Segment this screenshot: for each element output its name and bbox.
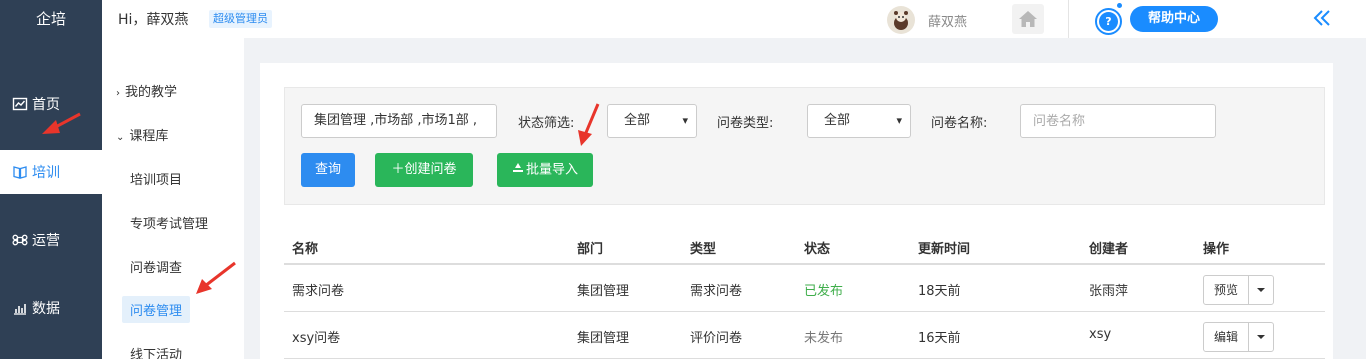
table-header: 名称 部门 类型 状态 更新时间 创建者 操作: [284, 228, 1325, 265]
chart-line-icon: [12, 96, 28, 112]
table-row: 需求问卷 集团管理 需求问卷 已发布 18天前 张雨萍 预览: [284, 265, 1325, 312]
nav-item-label: 培训: [32, 165, 60, 181]
filter-panel: 集团管理 ,市场部 ,市场1部 , 状态筛选: 全部 ▾ 问卷类型: 全部 ▾ …: [284, 87, 1325, 205]
nav-item-label: 数据: [32, 301, 60, 317]
greeting-text: Hi，薛双燕: [118, 12, 189, 28]
chevron-right-icon: ›: [116, 88, 120, 99]
command-icon: [12, 232, 28, 248]
nav-item-home[interactable]: 首页: [0, 82, 102, 126]
chevron-down-icon: ▾: [682, 114, 688, 127]
cell-department: 集团管理: [577, 284, 630, 299]
department-select-input[interactable]: 集团管理 ,市场部 ,市场1部 ,: [301, 104, 497, 138]
nav-item-label: 首页: [32, 97, 60, 113]
create-questionnaire-button[interactable]: ＋创建问卷: [375, 153, 473, 187]
cell-creator: 张雨萍: [1089, 284, 1129, 299]
content-card: 集团管理 ,市场部 ,市场1部 , 状态筛选: 全部 ▾ 问卷类型: 全部 ▾ …: [260, 63, 1333, 359]
avatar[interactable]: [887, 6, 915, 34]
type-filter-label: 问卷类型:: [717, 116, 774, 131]
cell-department: 集团管理: [577, 331, 630, 346]
help-sparkle-icon: [1117, 3, 1122, 8]
column-header-creator: 创建者: [1089, 242, 1129, 257]
column-header-status: 状态: [804, 242, 831, 257]
caret-down-icon: [1257, 288, 1265, 292]
help-question-icon[interactable]: ?: [1095, 8, 1122, 35]
brand-logo: 企培: [35, 10, 66, 28]
collapse-double-chevron-icon[interactable]: [1312, 8, 1332, 32]
query-button[interactable]: 查询: [301, 153, 355, 187]
sub-item-questionnaire-management[interactable]: 问卷管理: [122, 296, 191, 323]
cell-type: 需求问卷: [690, 284, 743, 299]
table-row: xsy问卷 集团管理 评价问卷 未发布 16天前 xsy 编辑: [284, 312, 1325, 359]
sub-sidebar: › 我的教学 ⌄ 课程库 培训项目 专项考试管理 问卷调查 问卷管理 线下活动: [102, 38, 244, 359]
questionnaire-name-input[interactable]: [1020, 104, 1216, 138]
cell-updated: 18天前: [918, 284, 961, 299]
nav-item-label: 运营: [32, 233, 60, 249]
type-select[interactable]: 全部 ▾: [807, 104, 911, 138]
column-header-actions: 操作: [1203, 242, 1230, 257]
upload-icon: [512, 153, 524, 187]
home-button[interactable]: [1012, 4, 1044, 34]
cell-updated: 16天前: [918, 331, 961, 346]
header-divider: [1068, 0, 1069, 38]
sub-item-survey[interactable]: 问卷调查: [130, 257, 182, 276]
bar-chart-icon: [12, 300, 28, 316]
sub-item-exam-management[interactable]: 专项考试管理: [130, 213, 208, 232]
user-name[interactable]: 薛双燕: [928, 11, 967, 30]
row-action-group: 预览: [1203, 275, 1274, 305]
main-content: 集团管理 ,市场部 ,市场1部 , 状态筛选: 全部 ▾ 问卷类型: 全部 ▾ …: [244, 38, 1366, 359]
sub-group-my-teaching[interactable]: › 我的教学: [116, 81, 177, 100]
book-icon: [12, 164, 28, 180]
column-header-updated: 更新时间: [918, 242, 971, 257]
status-badge: 未发布: [804, 331, 844, 346]
cell-name: 需求问卷: [292, 284, 345, 299]
preview-button[interactable]: 预览: [1204, 276, 1249, 304]
action-dropdown-toggle[interactable]: [1249, 323, 1273, 351]
role-badge: 超级管理员: [209, 10, 272, 28]
sub-item-offline-activity[interactable]: 线下活动: [130, 344, 182, 359]
chevron-down-icon: ▾: [896, 114, 902, 127]
batch-import-button[interactable]: 批量导入: [497, 153, 593, 187]
row-action-group: 编辑: [1203, 322, 1274, 352]
action-dropdown-toggle[interactable]: [1249, 276, 1273, 304]
cell-creator: xsy: [1089, 327, 1112, 342]
main-sidebar: 企培 首页 培训 运营 数据: [0, 0, 102, 359]
caret-down-icon: [1257, 335, 1265, 339]
help-center-button[interactable]: 帮助中心: [1130, 6, 1218, 32]
cell-type: 评价问卷: [690, 331, 743, 346]
column-header-type: 类型: [690, 242, 717, 257]
sub-item-training-project[interactable]: 培训项目: [130, 169, 182, 188]
status-select[interactable]: 全部 ▾: [607, 104, 697, 138]
nav-item-data[interactable]: 数据: [0, 286, 102, 330]
cell-name: xsy问卷: [292, 331, 341, 346]
sub-group-course-library[interactable]: ⌄ 课程库: [116, 125, 168, 144]
status-filter-label: 状态筛选:: [518, 116, 575, 131]
edit-button[interactable]: 编辑: [1204, 323, 1249, 351]
home-icon: [1019, 11, 1037, 27]
name-filter-label: 问卷名称:: [931, 116, 988, 131]
chevron-down-icon: ⌄: [116, 132, 125, 143]
column-header-name: 名称: [292, 242, 319, 257]
top-header: Hi，薛双燕 超级管理员 薛双燕 ? 帮助中心: [102, 0, 1366, 38]
nav-item-training[interactable]: 培训: [0, 150, 102, 194]
nav-item-operation[interactable]: 运营: [0, 218, 102, 262]
status-badge: 已发布: [804, 284, 844, 299]
column-header-department: 部门: [577, 242, 604, 257]
